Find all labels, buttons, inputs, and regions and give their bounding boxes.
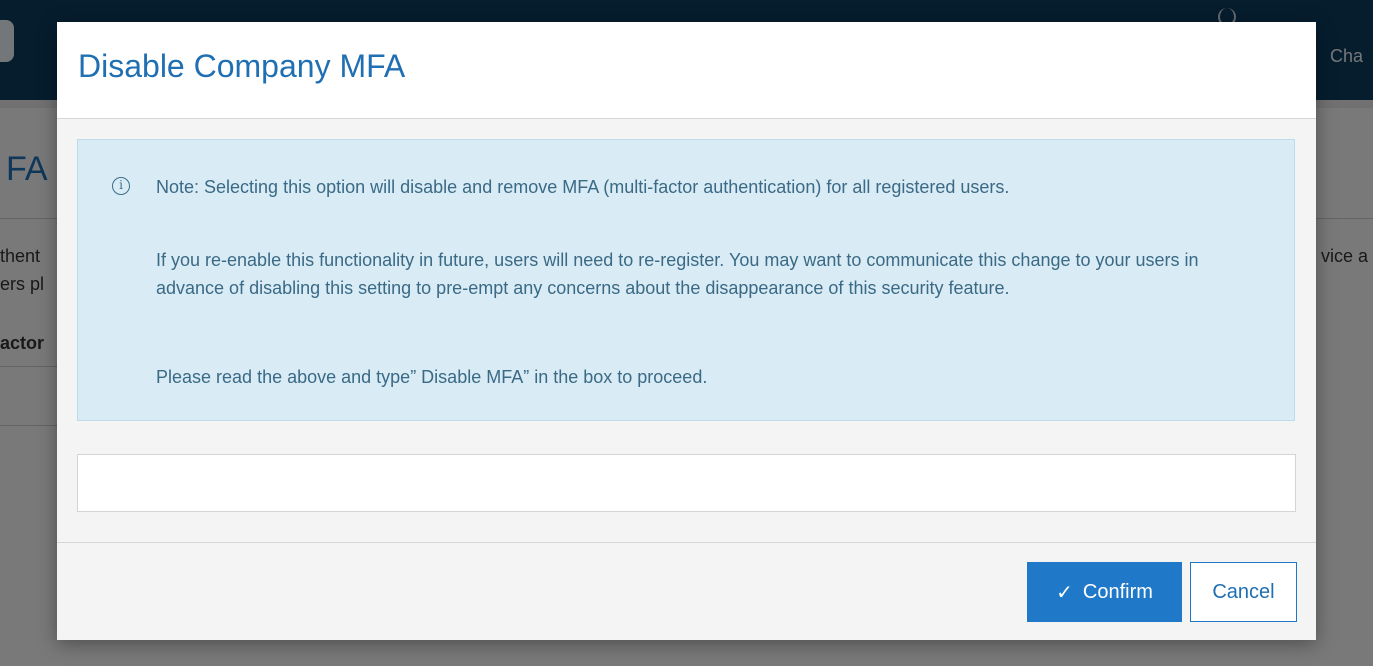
- note-text-instruction: Please read the above and type” Disable …: [156, 367, 708, 387]
- cancel-button[interactable]: Cancel: [1190, 562, 1297, 622]
- info-alert: i Note: Selecting this option will disab…: [77, 139, 1295, 421]
- dialog-title: Disable Company MFA: [78, 48, 406, 84]
- confirm-label: Confirm: [1082, 580, 1153, 603]
- cancel-label: Cancel: [1212, 580, 1275, 603]
- dialog-header: Disable Company MFA: [57, 22, 1316, 119]
- note-text-warning: Note: Selecting this option will disable…: [156, 177, 1010, 197]
- confirmation-input[interactable]: [77, 454, 1296, 512]
- footer-divider: [57, 542, 1316, 543]
- check-icon: ✓: [1056, 580, 1073, 604]
- note-text-reregister: If you re-enable this functionality in f…: [156, 250, 1199, 298]
- disable-mfa-dialog: Disable Company MFA i Note: Selecting th…: [57, 22, 1316, 640]
- confirm-button[interactable]: ✓ Confirm: [1027, 562, 1182, 622]
- info-circle-icon: i: [112, 177, 130, 195]
